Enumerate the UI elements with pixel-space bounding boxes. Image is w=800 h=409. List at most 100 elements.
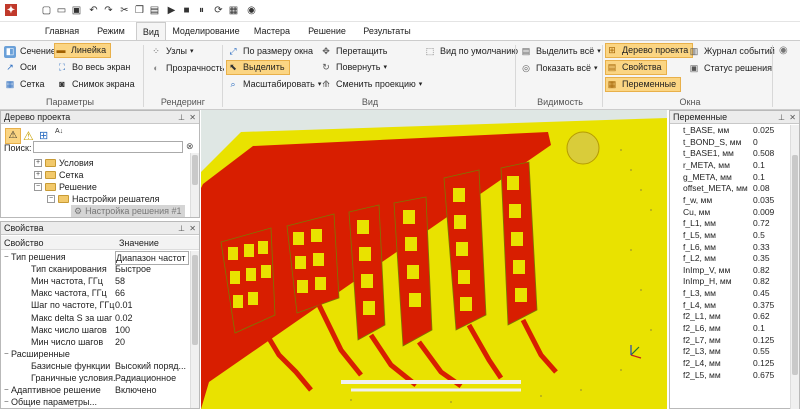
eye-icon[interactable]: ◉ bbox=[779, 45, 788, 56]
undo-icon[interactable]: ↶ bbox=[87, 4, 100, 17]
variable-row[interactable]: f2_L1, мм 0.62 bbox=[670, 311, 790, 323]
tab-solution[interactable]: Решение bbox=[300, 22, 354, 40]
property-value[interactable]: 66 bbox=[115, 287, 189, 299]
select-all-dropdown[interactable]: ▤ Выделить всё ▾ bbox=[520, 44, 601, 59]
property-value[interactable]: Высокий поряд... bbox=[115, 360, 189, 372]
variable-row[interactable]: t_BASE, мм 0.025 bbox=[670, 125, 790, 137]
property-row[interactable]: − Расширенные bbox=[1, 348, 189, 360]
collapse-icon[interactable]: − bbox=[47, 195, 55, 203]
variable-value[interactable]: 0.82 bbox=[753, 276, 770, 288]
property-row[interactable]: Макс delta S за шаг 0.02 bbox=[1, 312, 189, 324]
search-clear-icon[interactable]: ⊗ bbox=[186, 141, 194, 152]
property-row[interactable]: Базисные функции Высокий поряд... bbox=[1, 360, 189, 372]
scrollbar-thumb[interactable] bbox=[192, 255, 198, 345]
variable-value[interactable]: 0.5 bbox=[753, 230, 765, 242]
variable-row[interactable]: f_L2, мм 0.35 bbox=[670, 253, 790, 265]
variable-value[interactable]: 0.55 bbox=[753, 346, 770, 358]
property-row[interactable]: Мин число шагов 20 bbox=[1, 336, 189, 348]
tree-node-conditions[interactable]: + Условия bbox=[34, 157, 94, 169]
variable-value[interactable]: 0.035 bbox=[753, 195, 774, 207]
property-value[interactable]: 100 bbox=[115, 324, 189, 336]
tab-wizards[interactable]: Мастера bbox=[246, 22, 298, 40]
variable-row[interactable]: r_META, мм 0.1 bbox=[670, 160, 790, 172]
variable-value[interactable]: 0.33 bbox=[753, 242, 770, 254]
property-row[interactable]: Граничные условия... Радиационное bbox=[1, 372, 189, 384]
eye-icon[interactable]: ◉ bbox=[245, 4, 258, 17]
property-value[interactable]: Быстрое bbox=[115, 263, 189, 275]
column-header-property[interactable]: Свойство bbox=[4, 238, 44, 248]
filter-icon[interactable]: ⚠ bbox=[5, 128, 21, 144]
variables-toggle[interactable]: ▦ Переменные bbox=[605, 77, 682, 92]
variable-value[interactable]: 0.375 bbox=[753, 300, 774, 312]
variable-row[interactable]: g_META, мм 0.1 bbox=[670, 172, 790, 184]
pin-icon[interactable]: ⊥ bbox=[178, 111, 185, 124]
variable-value[interactable]: 0.35 bbox=[753, 253, 770, 265]
cut-icon[interactable]: ✂ bbox=[118, 4, 131, 17]
property-row[interactable]: Тип сканирования Быстрое bbox=[1, 263, 189, 275]
nodes-dropdown[interactable]: ⁘ Узлы ▾ bbox=[150, 44, 193, 59]
collapse-icon[interactable]: − bbox=[4, 348, 9, 360]
close-icon[interactable]: ✕ bbox=[789, 111, 796, 124]
column-header-value[interactable]: Значение bbox=[119, 238, 159, 248]
variable-value[interactable]: 0.72 bbox=[753, 218, 770, 230]
event-log-toggle[interactable]: ▥ Журнал событий bbox=[688, 44, 775, 59]
tree-node-solution-setup[interactable]: ⚙ Настройка решения #1 bbox=[71, 205, 185, 217]
close-icon[interactable]: ✕ bbox=[189, 222, 196, 235]
tab-view[interactable]: Вид bbox=[136, 22, 166, 40]
viewport-3d[interactable] bbox=[201, 110, 667, 409]
variable-row[interactable]: t_BASE1, мм 0.508 bbox=[670, 148, 790, 160]
variable-value[interactable]: 0.025 bbox=[753, 125, 774, 137]
variable-row[interactable]: f2_L5, мм 0.675 bbox=[670, 370, 790, 382]
rotate-dropdown[interactable]: ↻ Повернуть ▾ bbox=[320, 60, 387, 75]
pin-icon[interactable]: ⊥ bbox=[178, 222, 185, 235]
variable-row[interactable]: offset_META, мм 0.08 bbox=[670, 183, 790, 195]
variable-value[interactable]: 0.82 bbox=[753, 265, 770, 277]
property-value[interactable]: 58 bbox=[115, 275, 189, 287]
property-row[interactable]: − Общие параметры... bbox=[1, 396, 189, 408]
paste-icon[interactable]: ▤ bbox=[148, 4, 161, 17]
show-all-dropdown[interactable]: ◎ Показать всё ▾ bbox=[520, 61, 597, 76]
pause-icon[interactable]: ⏸ bbox=[195, 4, 208, 17]
variable-row[interactable]: f_L3, мм 0.45 bbox=[670, 288, 790, 300]
property-row[interactable]: Мин частота, ГГц 58 bbox=[1, 275, 189, 287]
new-file-icon[interactable]: ▢ bbox=[40, 4, 53, 17]
collapse-icon[interactable]: − bbox=[4, 251, 9, 263]
properties-toggle[interactable]: ▤ Свойства bbox=[605, 60, 667, 75]
tree-node-solution[interactable]: − Решение bbox=[34, 181, 97, 193]
tab-home[interactable]: Главная bbox=[38, 22, 86, 40]
default-view-button[interactable]: ⬚ Вид по умолчанию bbox=[424, 44, 518, 59]
select-button[interactable]: ⬉ Выделить bbox=[226, 60, 290, 75]
variable-row[interactable]: InImp_V, мм 0.82 bbox=[670, 265, 790, 277]
project-tree-toggle[interactable]: ⊞ Дерево проекта bbox=[605, 43, 694, 58]
collapse-icon[interactable]: − bbox=[4, 384, 9, 396]
refresh-icon[interactable]: ⟳ bbox=[212, 4, 225, 17]
variable-row[interactable]: f2_L7, мм 0.125 bbox=[670, 335, 790, 347]
open-file-icon[interactable]: ▭ bbox=[55, 4, 68, 17]
tab-modeling[interactable]: Моделирование bbox=[168, 22, 244, 40]
properties-scrollbar[interactable] bbox=[190, 251, 199, 408]
tab-results[interactable]: Результаты bbox=[356, 22, 418, 40]
variables-scrollbar[interactable] bbox=[790, 125, 799, 409]
variable-row[interactable]: InImp_H, мм 0.82 bbox=[670, 276, 790, 288]
variable-value[interactable]: 0.45 bbox=[753, 288, 770, 300]
variable-row[interactable]: f2_L4, мм 0.125 bbox=[670, 358, 790, 370]
property-row[interactable]: Шаг по частоте, ГГц 0.01 bbox=[1, 299, 189, 311]
solution-status-toggle[interactable]: ▣ Статус решения bbox=[688, 61, 772, 76]
property-row[interactable]: − Адаптивное решение Включено bbox=[1, 384, 189, 396]
collapse-icon[interactable]: − bbox=[34, 183, 42, 191]
variable-value[interactable]: 0 bbox=[753, 137, 758, 149]
variable-row[interactable]: f_w, мм 0.035 bbox=[670, 195, 790, 207]
close-icon[interactable]: ✕ bbox=[189, 111, 196, 124]
pan-button[interactable]: ✥ Перетащить bbox=[320, 44, 387, 59]
change-projection-dropdown[interactable]: ⟰ Сменить проекцию ▾ bbox=[320, 77, 422, 92]
tree-node-solver-settings[interactable]: − Настройки решателя bbox=[47, 193, 160, 205]
property-row[interactable]: Макс частота, ГГц 66 bbox=[1, 287, 189, 299]
variable-value[interactable]: 0.125 bbox=[753, 335, 774, 347]
stop-icon[interactable]: ■ bbox=[180, 4, 193, 17]
expand-icon[interactable]: + bbox=[34, 159, 42, 167]
variable-value[interactable]: 0.508 bbox=[753, 148, 774, 160]
tree-node-mesh[interactable]: + Сетка bbox=[34, 169, 83, 181]
abc-sort-icon[interactable]: A↓ bbox=[55, 128, 63, 135]
property-value[interactable]: 0.01 bbox=[115, 299, 189, 311]
property-row[interactable]: Макс число шагов 100 bbox=[1, 324, 189, 336]
